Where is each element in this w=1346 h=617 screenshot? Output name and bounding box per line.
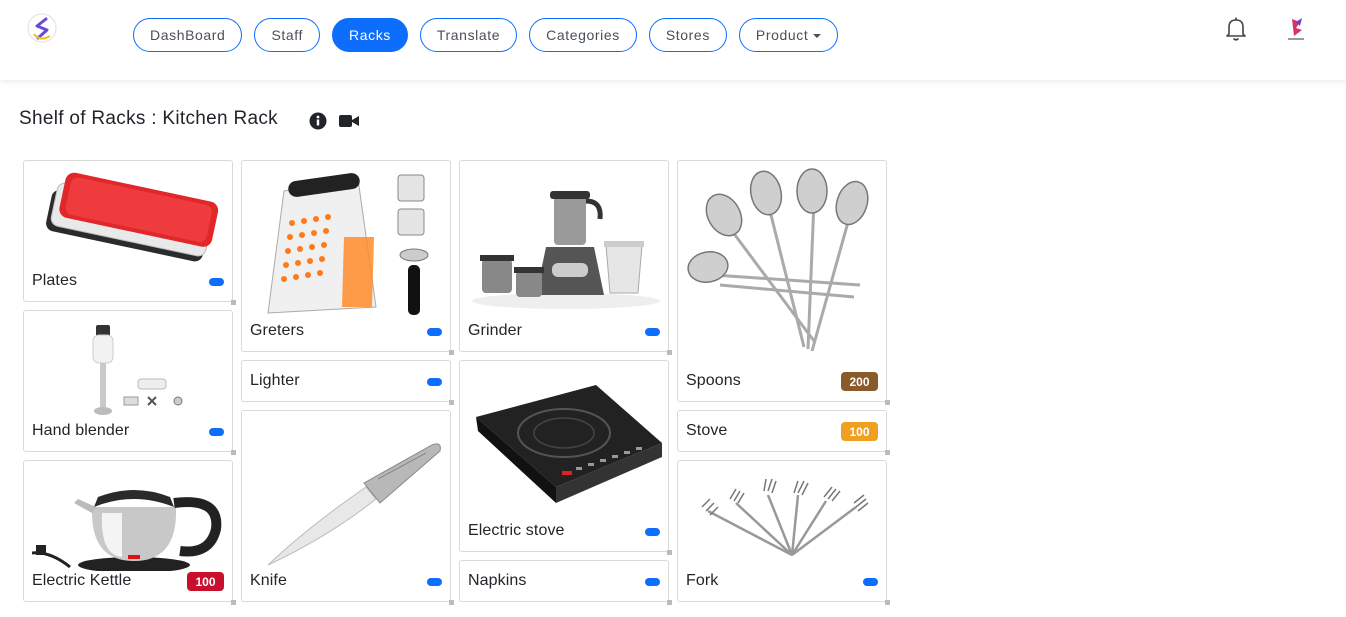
rack-label: Electric stove (468, 522, 565, 539)
user-avatar[interactable] (1284, 16, 1308, 44)
status-badge (427, 578, 442, 586)
status-badge (645, 528, 660, 536)
rack-card-napkins[interactable]: Napkins (459, 560, 672, 605)
rack-card-spoons[interactable]: Spoons 200 (677, 160, 890, 405)
rack-label: Electric Kettle (32, 572, 132, 589)
nav-stores-button[interactable]: Stores (648, 18, 727, 52)
rack-label: Stove (686, 422, 728, 439)
rack-card-electric-stove[interactable]: Electric stove (459, 360, 672, 555)
rack-card-grinder[interactable]: Grinder (459, 160, 672, 355)
rack-card-lighter[interactable]: Lighter (241, 360, 454, 405)
grinder-image (466, 167, 662, 321)
plates-image (30, 167, 226, 271)
nav-staff-button[interactable]: Staff (254, 18, 320, 52)
status-badge (645, 328, 660, 336)
rack-label: Greters (250, 322, 305, 339)
status-badge (427, 328, 442, 336)
fork-image (684, 467, 880, 571)
status-badge (427, 378, 442, 386)
rack-card-stove[interactable]: Stove 100 (677, 410, 890, 455)
rack-card-electric-kettle[interactable]: Electric Kettle 100 (23, 460, 236, 605)
electric-stove-image (466, 367, 662, 521)
rack-card-hand-blender[interactable]: Hand blender (23, 310, 236, 455)
status-badge (209, 428, 224, 436)
rack-label: Plates (32, 272, 78, 289)
nav-translate-button[interactable]: Translate (419, 18, 518, 52)
rack-label: Lighter (250, 372, 300, 389)
rack-label: Hand blender (32, 422, 130, 439)
nav-product-label: Product (755, 27, 809, 43)
rack-label: Napkins (468, 572, 527, 589)
knife-image (248, 417, 444, 571)
rack-card-knife[interactable]: Knife (241, 410, 454, 605)
greters-image (248, 167, 444, 321)
status-badge (645, 578, 660, 586)
rack-card-fork[interactable]: Fork (677, 460, 890, 605)
video-camera-icon[interactable] (338, 112, 360, 135)
rack-label: Fork (686, 572, 719, 589)
rack-label: Knife (250, 572, 287, 589)
rack-label: Grinder (468, 322, 523, 339)
info-icon[interactable] (309, 112, 327, 135)
spoons-image (684, 167, 880, 371)
top-navbar: DashBoard Staff Racks Translate Categori… (0, 0, 1346, 80)
nav-product-dropdown[interactable]: Product (738, 18, 839, 52)
rack-label: Spoons (686, 372, 741, 389)
hand-blender-image (30, 317, 226, 421)
notification-bell-icon[interactable] (1224, 16, 1248, 42)
stock-count-badge: 200 (841, 372, 878, 391)
app-logo[interactable] (26, 12, 58, 44)
status-badge (209, 278, 224, 286)
nav-racks-button[interactable]: Racks (332, 18, 408, 52)
rack-card-plates[interactable]: Plates (23, 160, 236, 305)
electric-kettle-image (30, 467, 226, 571)
nav-categories-button[interactable]: Categories (529, 18, 637, 52)
stock-count-badge: 100 (841, 422, 878, 441)
rack-card-greters[interactable]: Greters (241, 160, 454, 355)
page-title: Shelf of Racks : Kitchen Rack (19, 108, 278, 129)
status-badge (863, 578, 878, 586)
main-nav: DashBoard Staff Racks Translate Categori… (133, 18, 839, 52)
nav-dashboard-button[interactable]: DashBoard (133, 18, 243, 52)
caret-down-icon (813, 34, 822, 38)
stock-count-badge: 100 (187, 572, 224, 591)
